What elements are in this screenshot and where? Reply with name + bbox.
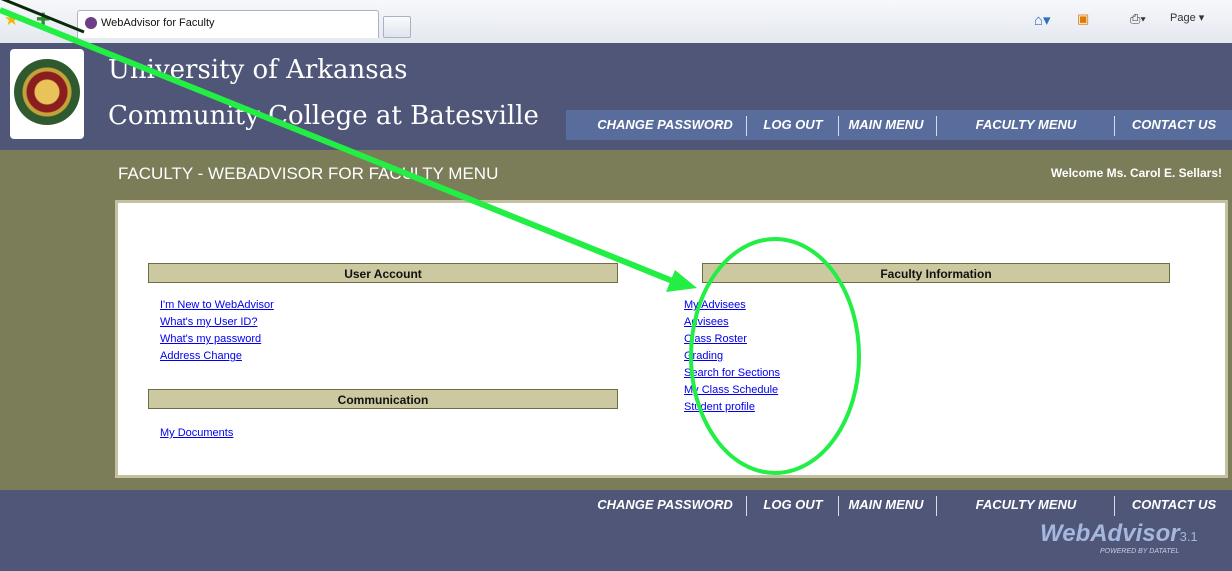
nav-log-out[interactable]: LOG OUT: [749, 110, 837, 140]
footer-nav-faculty-menu[interactable]: FACULTY MENU: [941, 490, 1111, 520]
link-my-advisees[interactable]: My Advisees: [684, 299, 746, 311]
link-student-profile[interactable]: Student profile: [684, 401, 755, 413]
browser-tab-bar: ★ ✚ WebAdvisor for Faculty ⌂▾ ▣ ⎙▾ Page …: [0, 0, 1232, 44]
nav-faculty-menu[interactable]: FACULTY MENU: [941, 110, 1111, 140]
webadvisor-brand: WebAdvisor: [1040, 520, 1180, 547]
new-tab-button[interactable]: [383, 16, 411, 38]
link-search-for-sections[interactable]: Search for Sections: [684, 367, 780, 379]
nav-divider: [838, 496, 839, 516]
browser-tab[interactable]: WebAdvisor for Faculty: [77, 10, 379, 38]
add-favorites-icon[interactable]: ✚: [36, 11, 50, 28]
link-class-roster[interactable]: Class Roster: [684, 333, 747, 345]
favorites-star-icon[interactable]: ★: [4, 11, 19, 28]
link-advisees[interactable]: Advisees: [684, 316, 729, 328]
college-seal-icon: [14, 59, 80, 125]
page-menu[interactable]: Page ▾: [1170, 11, 1204, 24]
footer-nav-change-password[interactable]: CHANGE PASSWORD: [590, 490, 740, 520]
college-name-line1: University of Arkansas: [108, 55, 408, 85]
powered-by-datatel: POWERED BY DATATEL: [1100, 548, 1180, 555]
site-footer: CHANGE PASSWORD LOG OUT MAIN MENU FACULT…: [0, 490, 1232, 571]
nav-divider: [746, 116, 747, 136]
top-nav: CHANGE PASSWORD LOG OUT MAIN MENU FACULT…: [566, 110, 1232, 140]
nav-divider: [1114, 496, 1115, 516]
user-account-heading: User Account: [148, 263, 618, 283]
nav-divider: [936, 116, 937, 136]
nav-divider: [936, 496, 937, 516]
college-name-line2: Community College at Batesville: [108, 101, 539, 131]
nav-divider: [1114, 116, 1115, 136]
nav-contact-us[interactable]: CONTACT US: [1118, 110, 1230, 140]
faculty-information-heading: Faculty Information: [702, 263, 1170, 283]
page-title: FACULTY - WEBADVISOR FOR FACULTY MENU: [118, 164, 499, 183]
footer-nav: CHANGE PASSWORD LOG OUT MAIN MENU FACULT…: [566, 490, 1232, 520]
nav-divider: [838, 116, 839, 136]
footer-nav-main-menu[interactable]: MAIN MENU: [840, 490, 932, 520]
welcome-message: Welcome Ms. Carol E. Sellars!: [1050, 166, 1222, 180]
footer-strip: [0, 478, 1232, 490]
feeds-icon[interactable]: ▣: [1077, 11, 1089, 27]
tab-title: WebAdvisor for Faculty: [101, 17, 215, 29]
college-logo: [10, 49, 84, 139]
webadvisor-logo: WebAdvisor3.1: [1040, 520, 1198, 548]
link-address-change[interactable]: Address Change: [160, 350, 242, 362]
print-icon[interactable]: ⎙▾: [1130, 11, 1146, 27]
link-whats-my-password[interactable]: What's my password: [160, 333, 261, 345]
link-my-documents[interactable]: My Documents: [160, 427, 233, 439]
nav-divider: [746, 496, 747, 516]
footer-nav-contact-us[interactable]: CONTACT US: [1118, 490, 1230, 520]
nav-change-password[interactable]: CHANGE PASSWORD: [590, 110, 740, 140]
right-side-strip: [1228, 200, 1232, 478]
home-icon[interactable]: ⌂▾: [1034, 11, 1051, 29]
page-title-band: FACULTY - WEBADVISOR FOR FACULTY MENU We…: [0, 150, 1232, 200]
link-whats-my-user-id[interactable]: What's my User ID?: [160, 316, 257, 328]
nav-main-menu[interactable]: MAIN MENU: [840, 110, 932, 140]
footer-nav-log-out[interactable]: LOG OUT: [749, 490, 837, 520]
site-favicon-icon: [85, 17, 97, 29]
left-side-strip: [0, 200, 115, 478]
link-my-class-schedule[interactable]: My Class Schedule: [684, 384, 778, 396]
page-menu-label: Page: [1170, 12, 1196, 24]
webadvisor-version: 3.1: [1179, 529, 1198, 544]
communication-heading: Communication: [148, 389, 618, 409]
menu-content: User Account I'm New to WebAdvisor What'…: [115, 200, 1228, 478]
link-grading[interactable]: Grading: [684, 350, 723, 362]
link-new-to-webadvisor[interactable]: I'm New to WebAdvisor: [160, 299, 274, 311]
